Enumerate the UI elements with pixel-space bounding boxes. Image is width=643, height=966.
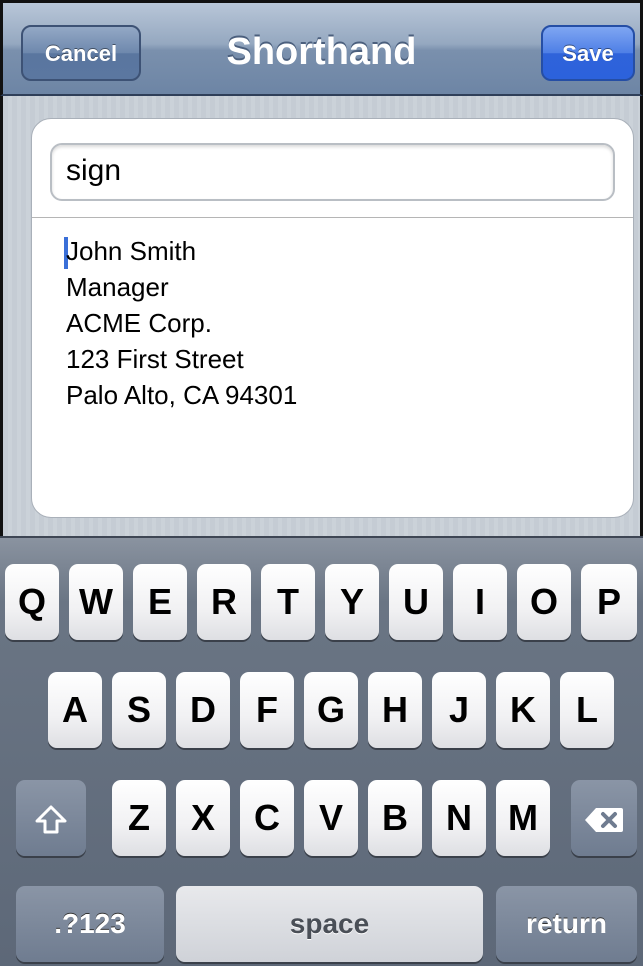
key-m[interactable]: M: [496, 780, 550, 856]
key-n[interactable]: N: [432, 780, 486, 856]
key-i[interactable]: I: [453, 564, 507, 640]
key-r[interactable]: R: [197, 564, 251, 640]
numbers-key[interactable]: .?123: [16, 886, 164, 962]
backspace-icon: [584, 780, 624, 856]
key-k[interactable]: K: [496, 672, 550, 748]
screen: Cancel Shorthand Save sign John Smith Ma…: [0, 0, 643, 966]
key-d[interactable]: D: [176, 672, 230, 748]
expansion-line: ACME Corp.: [66, 308, 212, 338]
key-v[interactable]: V: [304, 780, 358, 856]
key-f[interactable]: F: [240, 672, 294, 748]
key-c[interactable]: C: [240, 780, 294, 856]
key-x[interactable]: X: [176, 780, 230, 856]
key-g[interactable]: G: [304, 672, 358, 748]
key-y[interactable]: Y: [325, 564, 379, 640]
keyboard: Q W E R T Y U I O P A S D F G H J K L Z …: [0, 536, 643, 966]
key-b[interactable]: B: [368, 780, 422, 856]
key-o[interactable]: O: [517, 564, 571, 640]
key-e[interactable]: E: [133, 564, 187, 640]
key-t[interactable]: T: [261, 564, 315, 640]
return-key[interactable]: return: [496, 886, 637, 962]
save-button[interactable]: Save: [541, 25, 635, 81]
key-z[interactable]: Z: [112, 780, 166, 856]
expansion-line: Palo Alto, CA 94301: [66, 380, 298, 410]
expansion-line: 123 First Street: [66, 344, 244, 374]
expansion-line: Manager: [66, 272, 169, 302]
key-u[interactable]: U: [389, 564, 443, 640]
card-divider: [32, 217, 633, 218]
key-j[interactable]: J: [432, 672, 486, 748]
key-w[interactable]: W: [69, 564, 123, 640]
key-a[interactable]: A: [48, 672, 102, 748]
shift-key[interactable]: [16, 780, 86, 856]
delete-key[interactable]: [571, 780, 637, 856]
key-p[interactable]: P: [581, 564, 637, 640]
key-h[interactable]: H: [368, 672, 422, 748]
navigation-bar: Cancel Shorthand Save: [0, 0, 643, 96]
key-l[interactable]: L: [560, 672, 614, 748]
shorthand-card: sign John Smith Manager ACME Corp. 123 F…: [31, 118, 634, 518]
key-q[interactable]: Q: [5, 564, 59, 640]
shift-arrow-icon: [34, 780, 68, 856]
content-area: sign John Smith Manager ACME Corp. 123 F…: [0, 96, 643, 536]
space-key[interactable]: space: [176, 886, 483, 962]
expansion-text-area[interactable]: John Smith Manager ACME Corp. 123 First …: [66, 233, 606, 413]
expansion-line: John Smith: [66, 236, 197, 266]
abbreviation-input[interactable]: sign: [50, 143, 615, 201]
key-s[interactable]: S: [112, 672, 166, 748]
